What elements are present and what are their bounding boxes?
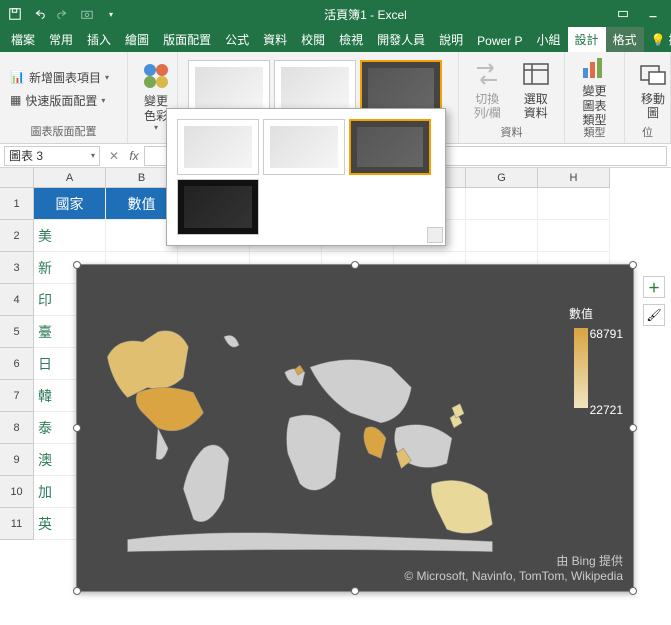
cell[interactable]: 國家 — [34, 188, 106, 220]
move-icon — [637, 58, 669, 90]
layout-icon: ▦ — [10, 93, 21, 107]
tab-team[interactable]: 小組 — [530, 27, 568, 52]
move-chart-button[interactable]: 移動圖 — [631, 56, 671, 122]
tab-draw[interactable]: 繪圖 — [118, 27, 156, 52]
row-header[interactable]: 8 — [0, 412, 34, 444]
cell[interactable]: 美 — [34, 220, 106, 252]
row-header[interactable]: 7 — [0, 380, 34, 412]
row-header[interactable]: 2 — [0, 220, 34, 252]
add-chart-element-button[interactable]: 📊新增圖表項目▾ — [6, 67, 113, 88]
chart-legend[interactable]: 數值 68791 22721 — [541, 305, 621, 414]
map-plot-area[interactable] — [87, 295, 533, 561]
camera-icon[interactable] — [76, 3, 98, 25]
legend-min: 22721 — [590, 403, 623, 417]
switch-icon — [471, 58, 503, 90]
resize-handle[interactable] — [351, 261, 359, 269]
tab-powerpivot[interactable]: Power P — [470, 30, 529, 52]
resize-handle[interactable] — [629, 587, 637, 595]
redo-icon[interactable] — [52, 3, 74, 25]
window-title: 活頁簿1 - Excel — [122, 6, 609, 23]
tab-insert[interactable]: 插入 — [80, 27, 118, 52]
chart-type-icon — [579, 50, 611, 82]
resize-handle[interactable] — [73, 261, 81, 269]
bulb-icon: 💡 — [651, 33, 666, 47]
quick-access-toolbar: ▾ — [4, 3, 122, 25]
group-label-type: 類型 — [571, 122, 618, 140]
chart-attribution: 由 Bing 提供 © Microsoft, Navinfo, TomTom, … — [404, 554, 623, 585]
group-label-layout: 圖表版面配置 — [6, 121, 121, 139]
name-box[interactable]: 圖表 3▾ — [4, 146, 100, 166]
legend-title: 數值 — [541, 305, 621, 322]
row-header[interactable]: 11 — [0, 508, 34, 540]
brush-icon: 🖌 — [646, 308, 661, 322]
qat-dropdown-icon[interactable]: ▾ — [100, 3, 122, 25]
select-data-icon — [520, 58, 552, 90]
title-bar: ▾ 活頁簿1 - Excel — [0, 0, 671, 28]
gallery-expand-icon[interactable] — [427, 227, 443, 243]
fx-icon[interactable]: fx — [124, 146, 144, 166]
cell[interactable] — [466, 188, 538, 220]
resize-handle[interactable] — [629, 424, 637, 432]
select-all-corner[interactable] — [0, 168, 34, 188]
cancel-icon[interactable]: ✕ — [104, 146, 124, 166]
group-label-data: 資料 — [465, 122, 558, 140]
resize-handle[interactable] — [73, 424, 81, 432]
chart-side-buttons: ＋ 🖌 — [643, 276, 665, 326]
plus-icon: ＋ — [648, 279, 660, 296]
resize-handle[interactable] — [351, 587, 359, 595]
resize-handle[interactable] — [629, 261, 637, 269]
tab-view[interactable]: 檢視 — [332, 27, 370, 52]
legend-max: 68791 — [590, 327, 623, 341]
select-data-button[interactable]: 選取資料 — [514, 56, 559, 122]
palette-icon — [140, 60, 172, 92]
map-chart[interactable]: 數值 68791 22721 由 Bing 提供 © Microsoft, Na… — [76, 264, 634, 592]
col-header[interactable]: A — [34, 168, 106, 188]
change-chart-type-button[interactable]: 變更圖表類型 — [571, 56, 618, 122]
row-header[interactable]: 9 — [0, 444, 34, 476]
cell[interactable] — [538, 220, 610, 252]
chart-element-icon: 📊 — [10, 70, 25, 84]
tab-file[interactable]: 檔案 — [4, 27, 42, 52]
undo-icon[interactable] — [28, 3, 50, 25]
style-popup-1[interactable] — [177, 119, 259, 175]
switch-row-col-button[interactable]: 切換列/欄 — [465, 56, 510, 122]
col-header[interactable]: H — [538, 168, 610, 188]
tab-chart-format[interactable]: 格式 — [606, 27, 644, 52]
style-popup-2[interactable] — [263, 119, 345, 175]
chevron-down-icon: ▾ — [91, 151, 95, 160]
tab-home[interactable]: 常用 — [42, 27, 80, 52]
legend-gradient — [574, 328, 588, 408]
ribbon: 📊新增圖表項目▾ ▦快速版面配置▾ 圖表版面配置 變更色彩▾ 切換列/欄 — [0, 52, 671, 144]
chart-elements-button[interactable]: ＋ — [643, 276, 665, 298]
tab-help[interactable]: 說明 — [432, 27, 470, 52]
style-popup-3[interactable] — [349, 119, 431, 175]
cell[interactable] — [538, 188, 610, 220]
tab-developer[interactable]: 開發人員 — [370, 27, 432, 52]
chart-styles-button[interactable]: 🖌 — [643, 304, 665, 326]
row-header[interactable]: 6 — [0, 348, 34, 380]
tab-chart-design[interactable]: 設計 — [568, 27, 606, 52]
chart-styles-popup — [166, 108, 446, 246]
group-label-loc: 位 — [631, 122, 664, 140]
tab-pagelayout[interactable]: 版面配置 — [156, 27, 218, 52]
tell-me[interactable]: 💡操作說明 — [644, 27, 671, 52]
style-popup-4[interactable] — [177, 179, 259, 235]
row-header[interactable]: 1 — [0, 188, 34, 220]
ribbon-options-icon[interactable] — [609, 3, 637, 25]
minimize-icon[interactable] — [639, 3, 667, 25]
row-header[interactable]: 3 — [0, 252, 34, 284]
save-icon[interactable] — [4, 3, 26, 25]
tab-data[interactable]: 資料 — [256, 27, 294, 52]
tab-review[interactable]: 校閱 — [294, 27, 332, 52]
resize-handle[interactable] — [73, 587, 81, 595]
col-header[interactable]: G — [466, 168, 538, 188]
cell[interactable] — [466, 220, 538, 252]
quick-layout-button[interactable]: ▦快速版面配置▾ — [6, 90, 109, 111]
tab-formulas[interactable]: 公式 — [218, 27, 256, 52]
row-header[interactable]: 5 — [0, 316, 34, 348]
row-header[interactable]: 4 — [0, 284, 34, 316]
ribbon-tabs: 檔案 常用 插入 繪圖 版面配置 公式 資料 校閱 檢視 開發人員 說明 Pow… — [0, 28, 671, 52]
row-header[interactable]: 10 — [0, 476, 34, 508]
